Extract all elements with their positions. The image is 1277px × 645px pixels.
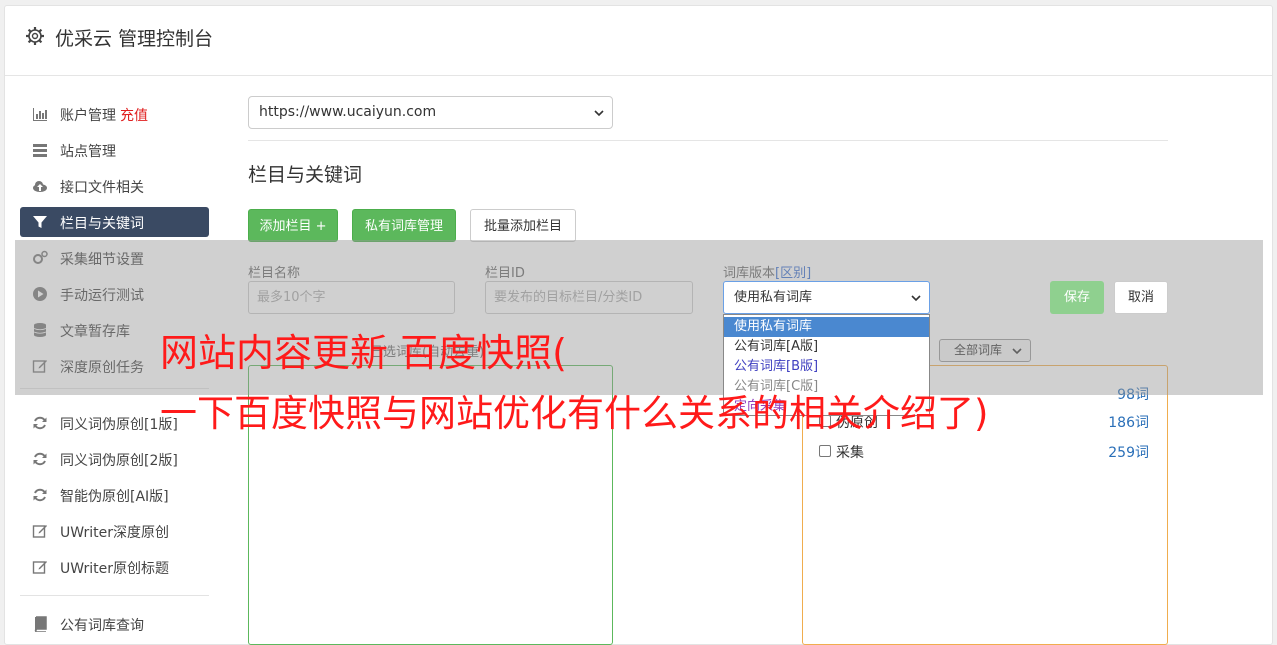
bar-chart-icon	[33, 108, 47, 121]
sidebar-item-label: 公有词库查询	[60, 618, 144, 634]
sidebar-item-label: 栏目与关键词	[60, 216, 144, 232]
site-select[interactable]: https://www.ucaiyun.com	[248, 96, 613, 129]
sidebar-divider	[20, 595, 209, 596]
cancel-button[interactable]: 取消	[1114, 281, 1168, 314]
dropdown-option[interactable]: 公有词库[B版]	[724, 357, 929, 377]
refresh-icon	[33, 452, 47, 466]
edit-icon	[32, 525, 47, 538]
site-select-value: https://www.ucaiyun.com	[259, 104, 437, 120]
sidebar-item-ai-original[interactable]: 智能伪原创[AI版]	[20, 480, 209, 510]
sidebar-item-label: UWriter原创标题	[60, 561, 169, 577]
section-title: 栏目与关键词	[248, 164, 363, 186]
add-column-button[interactable]: 添加栏目 +	[248, 209, 338, 242]
watermark-line-2: 一下百度快照与网站优化有什么关系的相关介绍了)	[160, 392, 989, 435]
lib-count: 259词	[1108, 445, 1149, 461]
lib-checkbox[interactable]	[819, 445, 831, 457]
sidebar-item-uwriter-title[interactable]: UWriter原创标题	[20, 552, 209, 582]
sidebar-item-label: 智能伪原创[AI版]	[60, 489, 169, 505]
refresh-icon	[33, 416, 47, 430]
sidebar-item-synonym-v2[interactable]: 同义词伪原创[2版]	[20, 444, 209, 474]
divider	[248, 140, 1168, 141]
chevron-down-icon	[911, 295, 921, 302]
sidebar-item-sites[interactable]: 站点管理	[20, 135, 209, 165]
header: 优采云 管理控制台	[5, 6, 1272, 76]
page-title: 优采云 管理控制台	[55, 28, 214, 50]
cloud-upload-icon	[33, 181, 47, 192]
sidebar-item-interface[interactable]: 接口文件相关	[20, 171, 209, 201]
sidebar-item-label: 站点管理	[60, 144, 116, 160]
dropdown-option[interactable]: 使用私有词库	[724, 317, 929, 337]
lib-count: 186词	[1108, 415, 1149, 431]
sidebar-item-label: UWriter深度原创	[60, 525, 169, 541]
sidebar-item-columns[interactable]: 栏目与关键词	[20, 207, 209, 237]
watermark-line-1: 网站内容更新 百度快照(	[160, 331, 567, 375]
edit-icon	[32, 561, 47, 574]
sidebar-item-uwriter-deep[interactable]: UWriter深度原创	[20, 516, 209, 546]
book-icon	[34, 616, 47, 632]
refresh-icon	[33, 488, 47, 502]
dropdown-option[interactable]: 公有词库[A版]	[724, 337, 929, 357]
lib-name: 采集	[836, 445, 864, 461]
sidebar-item-label: 接口文件相关	[60, 180, 144, 196]
sidebar-item-account[interactable]: 账户管理 充值	[20, 99, 209, 129]
sidebar-item-label: 账户管理	[60, 108, 116, 124]
batch-add-column-button[interactable]: 批量添加栏目	[470, 209, 576, 242]
gear-icon	[26, 27, 44, 45]
list-item: 采集 259词	[819, 442, 1149, 462]
recharge-link[interactable]: 充值	[120, 108, 148, 124]
save-button[interactable]: 保存	[1050, 281, 1104, 314]
sidebar-item-label: 同义词伪原创[2版]	[60, 453, 178, 469]
lib-version-select-value: 使用私有词库	[734, 290, 813, 305]
chevron-down-icon	[594, 110, 604, 117]
private-lib-button[interactable]: 私有词库管理	[352, 209, 456, 242]
filter-icon	[33, 216, 47, 228]
sidebar-item-public-lib[interactable]: 公有词库查询	[20, 609, 209, 639]
lib-version-select[interactable]: 使用私有词库	[723, 281, 930, 314]
server-icon	[33, 144, 47, 157]
